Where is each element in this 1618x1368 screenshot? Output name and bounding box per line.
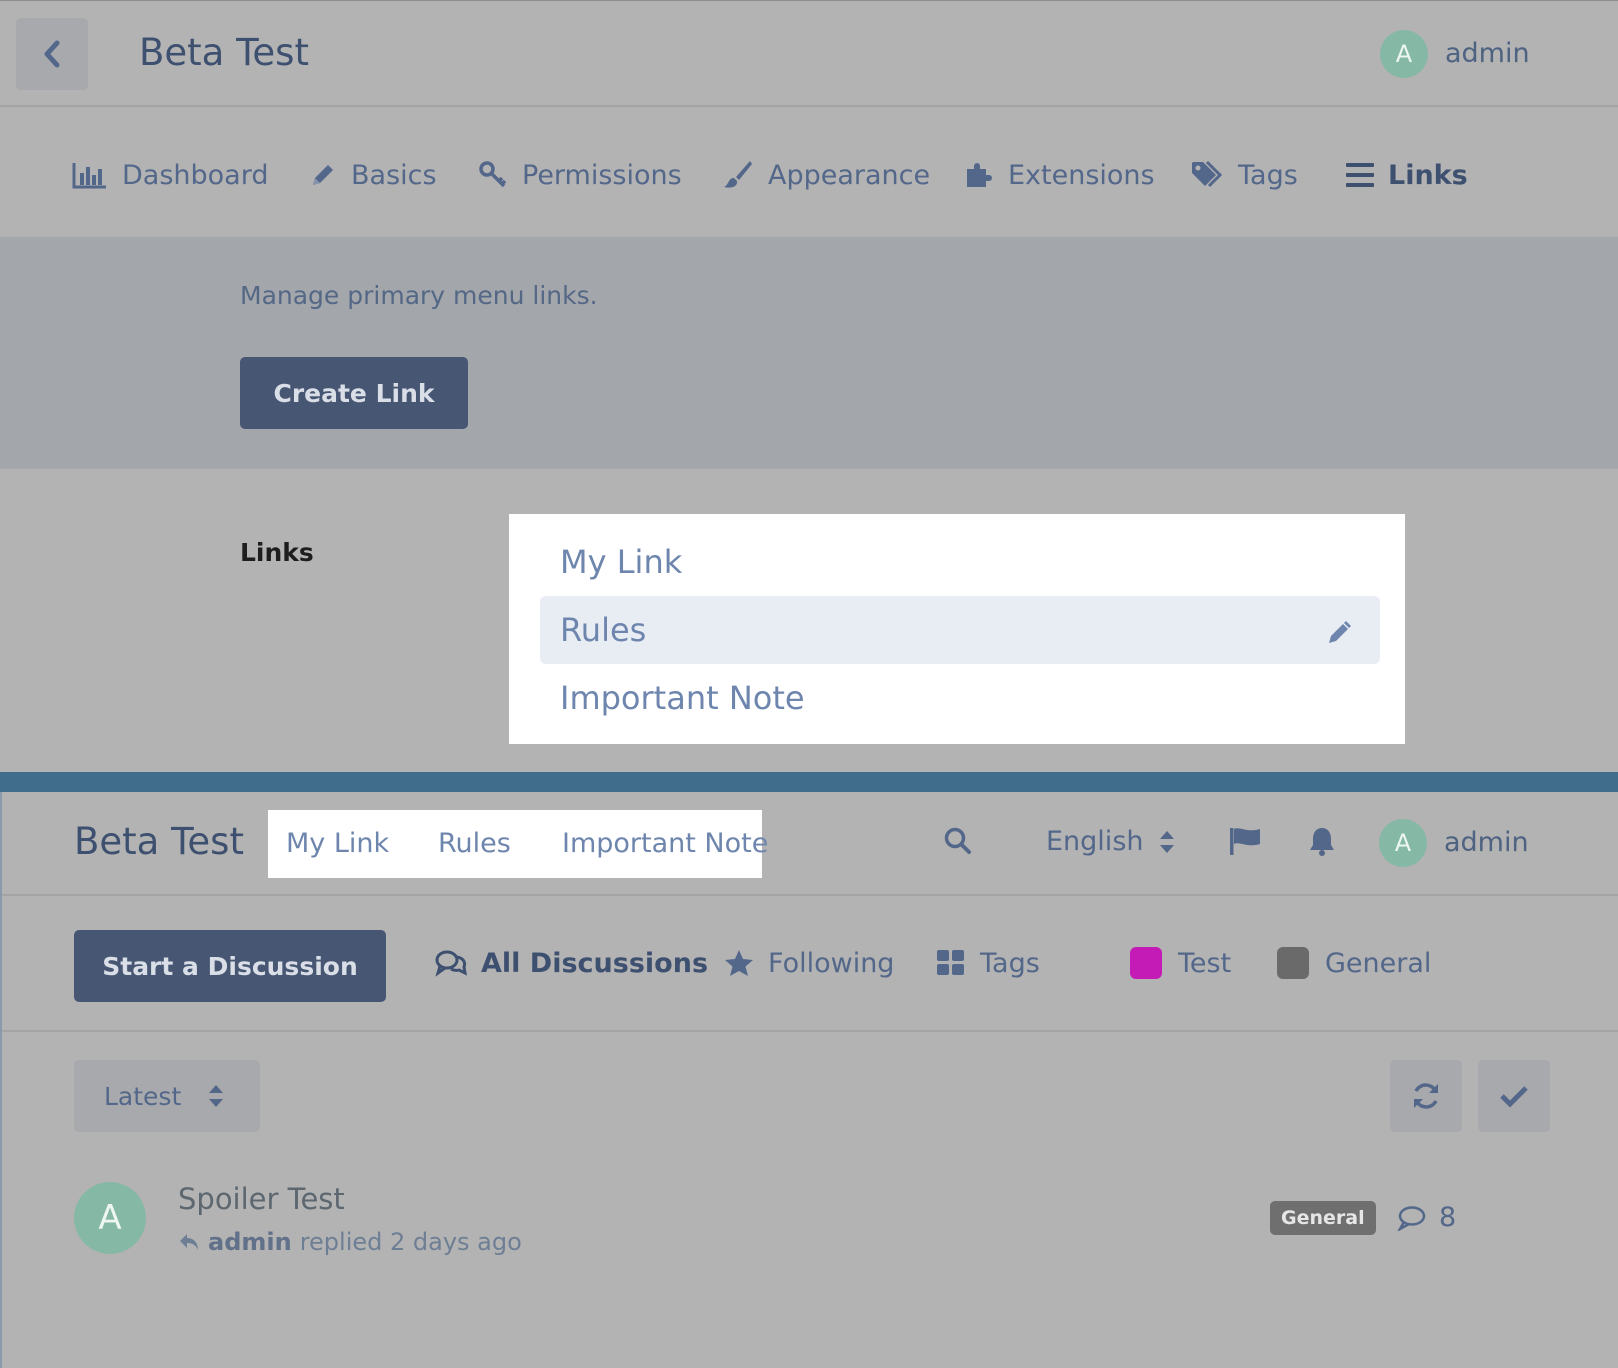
reply-author[interactable]: admin (208, 1228, 292, 1256)
avatar[interactable]: A (1379, 819, 1427, 867)
chevron-left-icon (44, 40, 60, 68)
language-label: English (1046, 826, 1144, 857)
forum-preview: Beta Test My Link Rules Important Note E… (0, 792, 1618, 1368)
flag-icon[interactable] (1228, 826, 1262, 860)
nav-extensions[interactable]: Extensions (964, 157, 1155, 193)
bar-chart-icon (72, 161, 108, 189)
admin-header: Beta Test A admin (0, 1, 1618, 107)
comments-icon (435, 949, 467, 977)
create-link-button[interactable]: Create Link (240, 357, 468, 429)
reply-time: replied 2 days ago (299, 1228, 522, 1256)
admin-nav: Dashboard Basics Permissions Appearance … (0, 109, 1618, 237)
nav-tags[interactable]: Tags (1190, 157, 1298, 193)
forum-subheader: Start a Discussion All Discussions Follo… (2, 896, 1618, 1032)
nav-all-discussions[interactable]: All Discussions (435, 946, 708, 980)
nav-label: General (1325, 947, 1432, 979)
nav-following[interactable]: Following (724, 946, 894, 980)
back-button[interactable] (16, 18, 88, 90)
link-item-label: My Link (560, 543, 683, 581)
refresh-button[interactable] (1390, 1060, 1462, 1132)
tag-badge[interactable]: General (1270, 1201, 1376, 1235)
nav-label: Tags (1238, 159, 1298, 191)
intro-text: Manage primary menu links. (240, 281, 598, 310)
forum-site-title[interactable]: Beta Test (74, 820, 244, 863)
reply-count-value: 8 (1439, 1202, 1457, 1233)
nav-label: Appearance (768, 159, 931, 191)
nav-appearance[interactable]: Appearance (722, 157, 930, 193)
link-item-label: Rules (560, 611, 647, 649)
language-select[interactable]: English (1046, 826, 1176, 857)
mark-all-read-button[interactable] (1478, 1060, 1550, 1132)
start-discussion-button[interactable]: Start a Discussion (74, 930, 386, 1002)
nav-label: Dashboard (122, 159, 269, 191)
discussion-list-item[interactable]: A Spoiler Test admin replied 2 days ago … (2, 1182, 1618, 1272)
sort-label: Latest (104, 1081, 182, 1111)
discussion-meta: admin replied 2 days ago (178, 1228, 522, 1256)
nav-dashboard[interactable]: Dashboard (72, 157, 268, 193)
discussion-toolbar: Latest (2, 1060, 1618, 1132)
admin-site-title[interactable]: Beta Test (139, 31, 309, 74)
primary-link-my-link[interactable]: My Link (286, 828, 389, 859)
nav-permissions[interactable]: Permissions (478, 157, 682, 193)
nav-label: All Discussions (481, 947, 709, 979)
nav-label: Extensions (1008, 159, 1155, 191)
admin-intro: Manage primary menu links. Create Link (0, 237, 1618, 469)
reply-icon (178, 1232, 200, 1252)
bars-icon (1346, 162, 1374, 188)
nav-label: Permissions (522, 159, 682, 191)
key-icon (478, 160, 508, 190)
sort-caret-icon (1158, 829, 1176, 855)
admin-username[interactable]: admin (1445, 38, 1530, 69)
pencil-icon (309, 161, 337, 189)
puzzle-icon (964, 160, 994, 190)
tag-color-swatch (1130, 947, 1162, 979)
refresh-icon (1414, 1083, 1438, 1109)
forum-username[interactable]: admin (1444, 827, 1529, 858)
pencil-icon[interactable] (1326, 616, 1352, 654)
nav-label: Following (768, 947, 895, 979)
nav-label: Links (1388, 159, 1468, 191)
search-icon[interactable] (943, 826, 973, 860)
grid-icon (936, 949, 966, 977)
nav-label: Basics (351, 159, 437, 191)
preview-divider (0, 772, 1618, 792)
links-list: My Link Rules Important Note (509, 514, 1405, 744)
star-icon (724, 948, 754, 978)
nav-links[interactable]: Links (1346, 157, 1468, 193)
comment-icon (1397, 1205, 1427, 1231)
paintbrush-icon (722, 159, 754, 191)
check-icon (1500, 1086, 1528, 1108)
avatar[interactable]: A (74, 1182, 146, 1254)
nav-tag-general[interactable]: General (1277, 946, 1431, 980)
bell-icon[interactable] (1306, 825, 1338, 861)
link-item-important-note[interactable]: Important Note (540, 664, 1380, 732)
nav-tag-test[interactable]: Test (1130, 946, 1231, 980)
tag-color-swatch (1277, 947, 1309, 979)
nav-tags[interactable]: Tags (936, 946, 1040, 980)
sort-dropdown[interactable]: Latest (74, 1060, 260, 1132)
admin-panel: Beta Test A admin Dashboard Basics Permi… (0, 0, 1618, 772)
nav-basics[interactable]: Basics (309, 157, 437, 193)
avatar[interactable]: A (1380, 30, 1428, 78)
link-item-rules[interactable]: Rules (540, 596, 1380, 664)
link-item-label: Important Note (560, 679, 805, 717)
sort-caret-icon (207, 1083, 225, 1109)
primary-links: My Link Rules Important Note (268, 810, 768, 878)
primary-link-important-note[interactable]: Important Note (562, 828, 768, 859)
tags-icon (1190, 160, 1224, 190)
nav-label: Test (1178, 947, 1232, 979)
discussion-title[interactable]: Spoiler Test (178, 1182, 345, 1216)
reply-count: 8 (1397, 1202, 1456, 1233)
forum-header: Beta Test My Link Rules Important Note E… (2, 792, 1618, 896)
links-section-label: Links (240, 538, 314, 567)
nav-label: Tags (980, 947, 1040, 979)
primary-link-rules[interactable]: Rules (438, 828, 511, 859)
link-item-my-link[interactable]: My Link (540, 528, 1380, 596)
